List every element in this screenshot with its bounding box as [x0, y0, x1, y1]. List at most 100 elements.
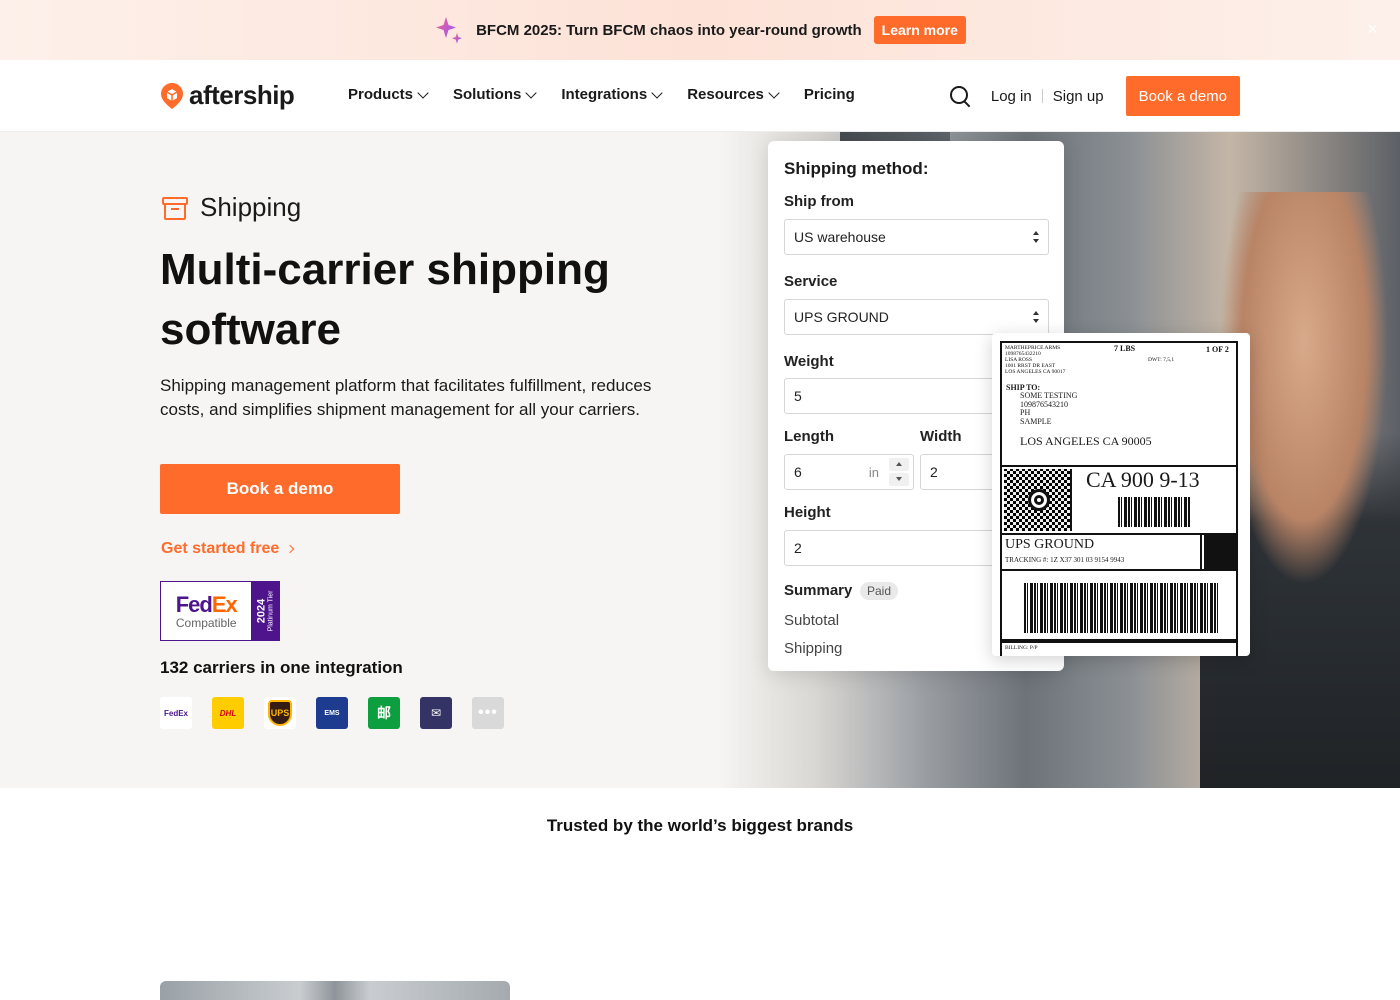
- china-post-logo-icon: 邮: [368, 697, 400, 729]
- service-label: Service: [784, 273, 838, 290]
- announcement-text: BFCM 2025: Turn BFCM chaos into year-rou…: [476, 21, 862, 39]
- fedex-logo: FedEx: [176, 592, 238, 618]
- nav-resources-label: Resources: [687, 86, 764, 103]
- carrier-logos: FedEx DHL UPS EMS 邮 ✉ •••: [160, 697, 504, 729]
- maxicode-icon: [1004, 469, 1072, 531]
- width-label: Width: [920, 428, 962, 445]
- dhl-logo-icon: DHL: [212, 697, 244, 729]
- fedex-compatible-label: Compatible: [175, 616, 237, 630]
- label-route-code: CA 900 9-13: [1086, 467, 1200, 492]
- nav-products[interactable]: Products: [348, 86, 429, 103]
- label-city: LOS ANGELES CA 90005: [1020, 434, 1152, 448]
- fedex-badge-year: 2024: [255, 598, 268, 624]
- nav-solutions[interactable]: Solutions: [453, 86, 538, 103]
- get-started-free-label: Get started free: [161, 540, 280, 557]
- nav-integrations[interactable]: Integrations: [561, 86, 663, 103]
- ship-from-select[interactable]: US warehouse: [784, 219, 1049, 255]
- logo-icon: [160, 82, 184, 110]
- maxicode-center: [1028, 489, 1050, 511]
- service-value: UPS GROUND: [794, 309, 889, 325]
- length-value: 6: [794, 464, 802, 480]
- label-address: SOME TESTING 109876543210 PH SAMPLE: [1020, 391, 1077, 427]
- login-link[interactable]: Log in: [991, 88, 1032, 105]
- length-stepper[interactable]: 6 in: [784, 454, 914, 490]
- sparkle-icon: [434, 15, 464, 45]
- nav-book-demo-button[interactable]: Book a demo: [1125, 76, 1240, 116]
- label-dwt: DWT: 7,5,1: [1148, 357, 1175, 363]
- label-rule: [1002, 639, 1236, 643]
- nav-solutions-label: Solutions: [453, 86, 522, 103]
- summary-label: Summary: [784, 582, 853, 599]
- shipping-label-inner: MARTHEPRICE ARMS 1098765432210 LISA ROSS…: [1000, 341, 1238, 656]
- subtotal-label: Subtotal: [784, 612, 840, 629]
- label-service-block: [1204, 535, 1236, 571]
- decrement-icon[interactable]: [889, 473, 909, 486]
- label-service-box: UPS GROUND TRACKING #: 1Z X37 301 03 915…: [1002, 535, 1202, 571]
- fedex-badge-tier: 2024 Platinum Tier: [251, 582, 279, 640]
- nav-products-label: Products: [348, 86, 414, 103]
- fedex-badge-tier-text: 2024 Platinum Tier: [256, 591, 275, 632]
- address-line: SAMPLE: [1020, 417, 1052, 427]
- category-tag: Shipping: [160, 192, 301, 223]
- chevron-down-icon: [768, 86, 780, 99]
- package-icon: [160, 195, 190, 221]
- fedex-logo-ex: Ex: [211, 592, 238, 617]
- aftership-logo[interactable]: aftership: [160, 80, 295, 111]
- top-navigation: aftership Products Solutions Integration…: [0, 60, 1400, 132]
- nav-links: Products Solutions Integrations Resource…: [348, 86, 855, 103]
- book-demo-button[interactable]: Book a demo: [160, 464, 400, 514]
- announcement-bar: BFCM 2025: Turn BFCM chaos into year-rou…: [0, 0, 1400, 60]
- fedex-badge-tier-label: Platinum Tier: [267, 590, 275, 632]
- chevron-down-icon: [417, 86, 429, 99]
- ups-shield: UPS: [268, 700, 292, 726]
- label-billing: BILLING: P/P: [1005, 645, 1038, 651]
- nav-divider: [1041, 89, 1043, 103]
- nav-resources[interactable]: Resources: [687, 86, 780, 103]
- ems-logo-icon: EMS: [316, 697, 348, 729]
- label-sender: MARTHEPRICE ARMS 1098765432210 LISA ROSS…: [1005, 345, 1065, 375]
- label-tracking: TRACKING #: 1Z X37 301 03 9154 9943: [1005, 556, 1125, 564]
- close-icon[interactable]: ×: [1367, 20, 1378, 38]
- paid-badge: Paid: [860, 582, 899, 600]
- label-routing: CA 900 9-13: [1002, 467, 1236, 535]
- increment-icon[interactable]: [889, 458, 909, 471]
- shipping-label: Shipping: [784, 640, 843, 657]
- shipping-label-card: MARTHEPRICE ARMS 1098765432210 LISA ROSS…: [992, 333, 1250, 656]
- fedex-compatible-badge: FedEx Compatible 2024 Platinum Tier: [160, 581, 280, 641]
- signup-link[interactable]: Sign up: [1053, 88, 1104, 105]
- length-label: Length: [784, 428, 834, 445]
- more-carriers-icon[interactable]: •••: [472, 697, 504, 729]
- chevron-down-icon: [525, 86, 538, 99]
- sender-line: LOS ANGELES CA 90017: [1005, 369, 1066, 375]
- get-started-free-link[interactable]: Get started free: [161, 540, 295, 558]
- bottom-image-preview: [160, 981, 510, 1000]
- learn-more-button[interactable]: Learn more: [873, 16, 966, 44]
- tracking-barcode: [1024, 583, 1218, 633]
- height-label: Height: [784, 504, 831, 521]
- label-service-name: UPS GROUND: [1005, 537, 1095, 552]
- ship-from-label: Ship from: [784, 193, 854, 210]
- shipping-method-title: Shipping method:: [784, 159, 929, 178]
- service-select[interactable]: UPS GROUND: [784, 299, 1049, 335]
- carriers-title: 132 carriers in one integration: [160, 658, 403, 677]
- nav-actions: Log in Sign up Book a demo: [949, 76, 1240, 116]
- nav-integrations-label: Integrations: [561, 86, 648, 103]
- nav-pricing[interactable]: Pricing: [804, 86, 855, 103]
- page-title: Multi-carrier shipping software: [160, 245, 610, 354]
- select-arrows-icon: [1033, 231, 1039, 245]
- length-stepper-controls: [889, 458, 909, 486]
- hero-description: Shipping management platform that facili…: [160, 376, 652, 419]
- length-unit: in: [868, 465, 879, 480]
- usps-logo-icon: ✉: [420, 697, 452, 729]
- weight-value: 5: [794, 388, 802, 404]
- weight-label: Weight: [784, 353, 834, 370]
- fedex-badge-left: FedEx Compatible: [161, 582, 251, 640]
- select-arrows-icon: [1033, 311, 1039, 325]
- ups-logo-icon: UPS: [264, 697, 296, 729]
- category-label: Shipping: [200, 192, 302, 222]
- ship-from-value: US warehouse: [794, 229, 886, 245]
- search-icon[interactable]: [949, 85, 971, 107]
- label-count: 1 OF 2: [1206, 345, 1229, 354]
- logo-text: aftership: [189, 80, 295, 110]
- chevron-right-icon: [286, 544, 295, 554]
